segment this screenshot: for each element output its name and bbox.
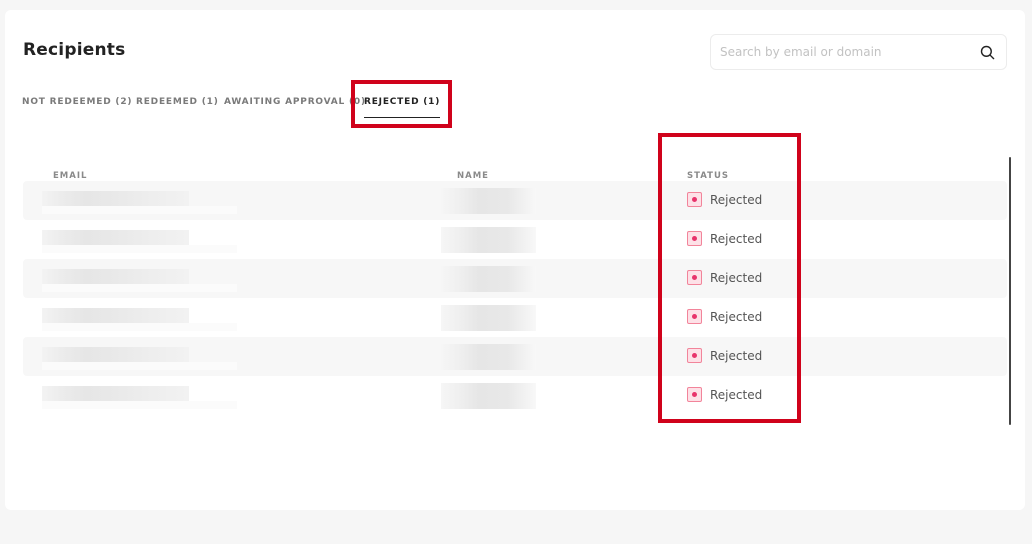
column-header-email: EMAIL [53, 171, 88, 181]
tab-redeemed[interactable]: REDEEMED (1) [136, 97, 219, 107]
table-row[interactable]: Rejected [23, 298, 1007, 337]
tab-label: NOT REDEEMED (2) [22, 97, 133, 107]
status-label: Rejected [710, 348, 763, 363]
status-label: Rejected [710, 231, 763, 246]
status-cell: Rejected [687, 192, 762, 207]
search-icon[interactable] [980, 45, 995, 60]
rejected-status-icon [687, 387, 702, 402]
tab-rejected[interactable]: REJECTED (1) [364, 97, 441, 118]
tab-awaiting-approval[interactable]: AWAITING APPROVAL (0) [224, 97, 366, 107]
scrollbar[interactable] [1009, 157, 1011, 425]
rejected-status-icon [687, 309, 702, 324]
rejected-status-icon [687, 270, 702, 285]
tab-label: REJECTED (1) [364, 97, 441, 107]
rejected-status-icon [687, 348, 702, 363]
tab-label: REDEEMED (1) [136, 97, 219, 107]
tab-label: AWAITING APPROVAL (0) [224, 97, 366, 107]
table-row[interactable]: Rejected [23, 337, 1007, 376]
table-row[interactable]: Rejected [23, 259, 1007, 298]
page-title: Recipients [23, 40, 126, 60]
recipients-card: Recipients NOT REDEEMED (2) REDEEMED (1)… [5, 10, 1025, 510]
search-input[interactable] [720, 35, 970, 69]
status-cell: Rejected [687, 231, 762, 246]
status-cell: Rejected [687, 348, 762, 363]
redacted-name [441, 344, 536, 370]
rejected-status-icon [687, 192, 702, 207]
status-label: Rejected [710, 387, 763, 402]
redacted-email [42, 323, 237, 331]
status-cell: Rejected [687, 270, 762, 285]
table-row[interactable]: Rejected [23, 220, 1007, 259]
table-row[interactable]: Rejected [23, 376, 1007, 415]
status-cell: Rejected [687, 387, 762, 402]
redacted-email [42, 401, 237, 409]
tab-not-redeemed[interactable]: NOT REDEEMED (2) [22, 97, 132, 107]
redacted-email [42, 206, 237, 214]
status-label: Rejected [710, 270, 763, 285]
rejected-status-icon [687, 231, 702, 246]
redacted-email [42, 362, 237, 370]
redacted-name [441, 266, 536, 292]
search-box[interactable] [710, 34, 1007, 70]
column-header-name: NAME [457, 171, 489, 181]
redacted-email [42, 245, 237, 253]
redacted-name [441, 188, 536, 214]
redacted-email [42, 284, 237, 292]
column-header-status: STATUS [687, 171, 730, 181]
active-tab-underline [364, 117, 441, 118]
status-cell: Rejected [687, 309, 762, 324]
redacted-name [441, 227, 536, 253]
status-label: Rejected [710, 192, 763, 207]
status-label: Rejected [710, 309, 763, 324]
table-row[interactable]: Rejected [23, 181, 1007, 220]
redacted-name [441, 383, 536, 409]
redacted-name [441, 305, 536, 331]
